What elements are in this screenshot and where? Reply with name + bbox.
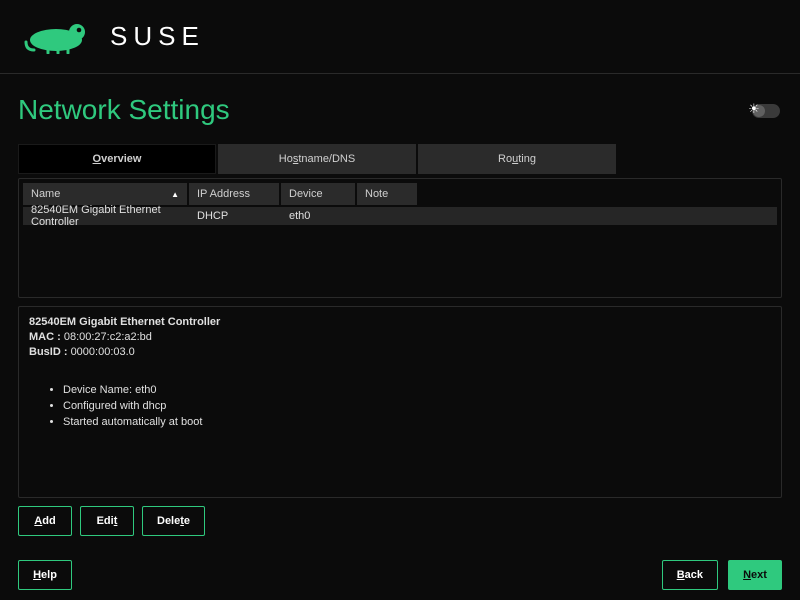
devices-table-panel: Name IP Address Device Note 82540EM Giga… [18, 178, 782, 298]
column-header-name[interactable]: Name [23, 183, 187, 205]
delete-button[interactable]: Delete [142, 506, 205, 536]
app-header: SUSE [0, 0, 800, 74]
help-button[interactable]: Help [18, 560, 72, 590]
add-button[interactable]: Add [18, 506, 72, 536]
device-detail-panel: 82540EM Gigabit Ethernet Controller MAC … [18, 306, 782, 498]
column-header-device[interactable]: Device [281, 183, 355, 205]
tab-bar: Overview Hostname/DNS Routing [18, 144, 782, 174]
tab-overview[interactable]: Overview [18, 144, 216, 174]
column-header-ip[interactable]: IP Address [189, 183, 279, 205]
theme-toggle[interactable] [752, 104, 780, 118]
back-button[interactable]: Back [662, 560, 718, 590]
page-title: Network Settings [18, 94, 782, 126]
list-item: Configured with dhcp [63, 398, 771, 414]
theme-toggle-knob [753, 105, 765, 117]
cell-name: 82540EM Gigabit Ethernet Controller [23, 207, 187, 225]
list-item: Device Name: eth0 [63, 382, 771, 398]
cell-note [357, 207, 417, 225]
detail-mac: MAC : 08:00:27:c2:a2:bd [29, 330, 771, 345]
tab-routing[interactable]: Routing [418, 144, 616, 174]
table-row[interactable]: 82540EM Gigabit Ethernet Controller DHCP… [23, 207, 777, 225]
detail-busid: BusID : 0000:00:03.0 [29, 345, 771, 360]
page-body: Network Settings Overview Hostname/DNS R… [0, 74, 800, 600]
cell-ip: DHCP [189, 207, 279, 225]
detail-title: 82540EM Gigabit Ethernet Controller [29, 315, 771, 330]
tab-hostname-dns[interactable]: Hostname/DNS [218, 144, 416, 174]
list-item: Started automatically at boot [63, 414, 771, 430]
device-actions: Add Edit Delete [18, 506, 782, 536]
brand-wordmark: SUSE [110, 21, 205, 52]
cell-device: eth0 [281, 207, 355, 225]
table-header: Name IP Address Device Note [23, 183, 777, 205]
detail-list: Device Name: eth0 Configured with dhcp S… [63, 382, 771, 430]
edit-button[interactable]: Edit [80, 506, 134, 536]
wizard-footer: Help Back Next [18, 560, 782, 590]
next-button[interactable]: Next [728, 560, 782, 590]
brand-logo: SUSE [24, 20, 205, 54]
column-header-note[interactable]: Note [357, 183, 417, 205]
devices-table: Name IP Address Device Note 82540EM Giga… [23, 183, 777, 225]
chameleon-icon [24, 20, 96, 54]
